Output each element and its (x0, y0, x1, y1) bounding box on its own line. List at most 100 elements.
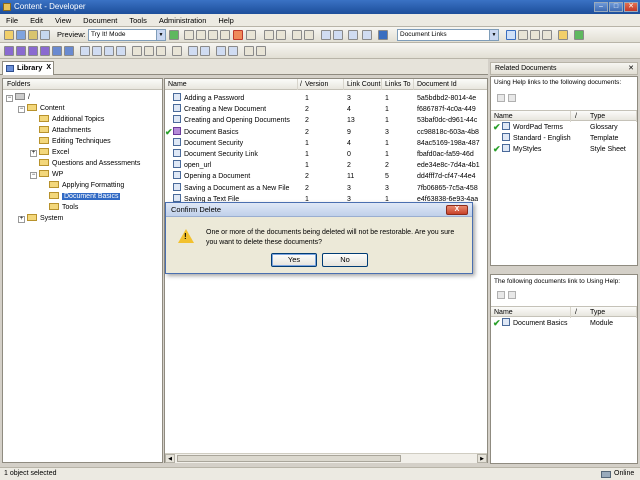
refresh-icon[interactable] (574, 30, 584, 40)
new-topic-icon[interactable] (40, 46, 50, 56)
menu-help[interactable]: Help (218, 16, 233, 25)
scroll-thumb[interactable] (177, 455, 401, 462)
column-version[interactable]: Version (302, 79, 344, 90)
tree-item-wp[interactable]: − WP (30, 169, 63, 180)
tab-library[interactable]: Library X (2, 61, 54, 75)
column-type[interactable]: Type (587, 307, 637, 318)
table-row[interactable]: open_url 1 2 2 ede34e8c-7d4a-4b1 (165, 160, 487, 171)
tree-collapse-icon[interactable] (228, 46, 238, 56)
expand-icon[interactable]: + (18, 216, 25, 223)
tree-item-attachments[interactable]: Attachments (39, 125, 91, 136)
pencil-icon[interactable] (497, 291, 505, 299)
paste-icon[interactable] (208, 30, 218, 40)
import-icon[interactable] (172, 46, 182, 56)
table-row[interactable]: Adding a Password 1 3 1 5a5bdbd2-8014-4e (165, 93, 487, 104)
new-module-icon[interactable] (16, 46, 26, 56)
tree-item-content[interactable]: − Content (18, 103, 65, 114)
tree-item-tools[interactable]: Tools (49, 202, 78, 213)
chevron-down-icon[interactable]: ▼ (156, 30, 165, 40)
pencil-icon[interactable] (497, 94, 505, 102)
list-item[interactable]: ✔ WordPad Terms Glossary (491, 122, 637, 133)
yes-button[interactable]: Yes (271, 253, 317, 267)
collapse-icon[interactable]: − (18, 106, 25, 113)
eraser-icon[interactable] (508, 291, 516, 299)
help-icon[interactable] (378, 30, 388, 40)
outdent-icon[interactable] (304, 30, 314, 40)
eraser-icon[interactable] (508, 94, 516, 102)
tree-item-excel[interactable]: + Excel (30, 147, 69, 158)
glossary-icon[interactable] (104, 46, 114, 56)
print-preview-icon[interactable] (156, 46, 166, 56)
chevron-down-icon[interactable]: ▼ (489, 30, 498, 40)
delete-icon[interactable] (233, 30, 243, 40)
new-document-icon[interactable] (4, 46, 14, 56)
print-icon[interactable] (220, 30, 230, 40)
window-close-button[interactable]: ✕ (624, 2, 638, 12)
collapse-icon[interactable]: − (30, 172, 37, 179)
copy-icon[interactable] (196, 30, 206, 40)
layout-c-icon[interactable] (530, 30, 540, 40)
list-item[interactable]: ✔ Document Basics Module (491, 318, 637, 329)
new-section-icon[interactable] (28, 46, 38, 56)
settings-icon[interactable] (362, 30, 372, 40)
menu-edit[interactable]: Edit (30, 16, 43, 25)
column-name[interactable]: Name (491, 307, 571, 318)
maximize-button[interactable]: □ (609, 2, 623, 12)
save-icon[interactable] (16, 30, 26, 40)
no-button[interactable]: No (322, 253, 368, 267)
publish-icon[interactable] (132, 46, 142, 56)
folder-up-icon[interactable] (558, 30, 568, 40)
tree-item-editing-techniques[interactable]: Editing Techniques (39, 136, 111, 147)
move-up-icon[interactable] (188, 46, 198, 56)
new-package-icon[interactable] (64, 46, 74, 56)
properties-icon[interactable] (246, 30, 256, 40)
table-row[interactable]: ✔ Document Basics 2 9 3 cc98818c-603a-4b8 (165, 126, 487, 138)
layout-d-icon[interactable] (542, 30, 552, 40)
template-icon[interactable] (116, 46, 126, 56)
menu-view[interactable]: View (55, 16, 71, 25)
link-icon[interactable] (80, 46, 90, 56)
menu-document[interactable]: Document (83, 16, 117, 25)
check-in-icon[interactable] (348, 30, 358, 40)
scroll-left-icon[interactable]: ◀ (165, 454, 175, 463)
tree-item-applying-formatting[interactable]: Applying Formatting (49, 180, 124, 191)
minimize-button[interactable]: – (594, 2, 608, 12)
indent-icon[interactable] (292, 30, 302, 40)
dialog-close-button[interactable]: X (446, 205, 468, 215)
expand-icon[interactable]: + (30, 150, 37, 157)
open-folder-icon[interactable] (4, 30, 14, 40)
cut-icon[interactable] (184, 30, 194, 40)
undo-icon[interactable] (264, 30, 274, 40)
close-panel-icon[interactable]: ✕ (628, 63, 634, 74)
find-icon[interactable] (321, 30, 331, 40)
tree-item-questions-and-assessments[interactable]: Questions and Assessments (39, 158, 140, 169)
table-row[interactable]: Saving a Document as a New File 2 3 3 7fb068… (165, 182, 487, 194)
edit-icon[interactable] (28, 30, 38, 40)
tree-item-system[interactable]: + System (18, 213, 63, 224)
table-row[interactable]: Creating a New Document 2 4 1 f686787f-4c0a-… (165, 104, 487, 115)
check-out-icon[interactable] (244, 46, 254, 56)
document-list-scrollbar[interactable]: ◀ ▶ (165, 453, 487, 463)
redo-icon[interactable] (276, 30, 286, 40)
tree-item-document-basics[interactable]: Document Basics (49, 191, 121, 202)
list-item[interactable]: ✔ MyStyles Style Sheet (491, 144, 637, 155)
layout-b-icon[interactable] (518, 30, 528, 40)
unlink-icon[interactable] (92, 46, 102, 56)
column-name[interactable]: Name (491, 111, 571, 122)
table-row[interactable]: Opening a Document 2 11 5 dd4fff7d-cf47-44e4 (165, 171, 487, 182)
move-down-icon[interactable] (200, 46, 210, 56)
find-replace-icon[interactable] (333, 30, 343, 40)
close-tab-icon[interactable]: X (46, 62, 51, 74)
tree-expand-icon[interactable] (216, 46, 226, 56)
column-name[interactable]: Name (165, 79, 298, 90)
column-link-count[interactable]: Link Count (344, 79, 382, 90)
new-web-page-icon[interactable] (52, 46, 62, 56)
tree-item-root[interactable]: − / (6, 92, 30, 103)
history-icon[interactable] (256, 46, 266, 56)
play-icon[interactable] (169, 30, 179, 40)
table-row[interactable]: Creating and Opening Documents 2 13 1 53baf0… (165, 115, 487, 126)
layout-a-icon[interactable] (506, 30, 516, 40)
table-row[interactable]: Document Security Link 1 0 1 fbafd0ac-fa59-4… (165, 149, 487, 160)
tree-item-additional-topics[interactable]: Additional Topics (39, 114, 104, 125)
menu-tools[interactable]: Tools (129, 16, 147, 25)
